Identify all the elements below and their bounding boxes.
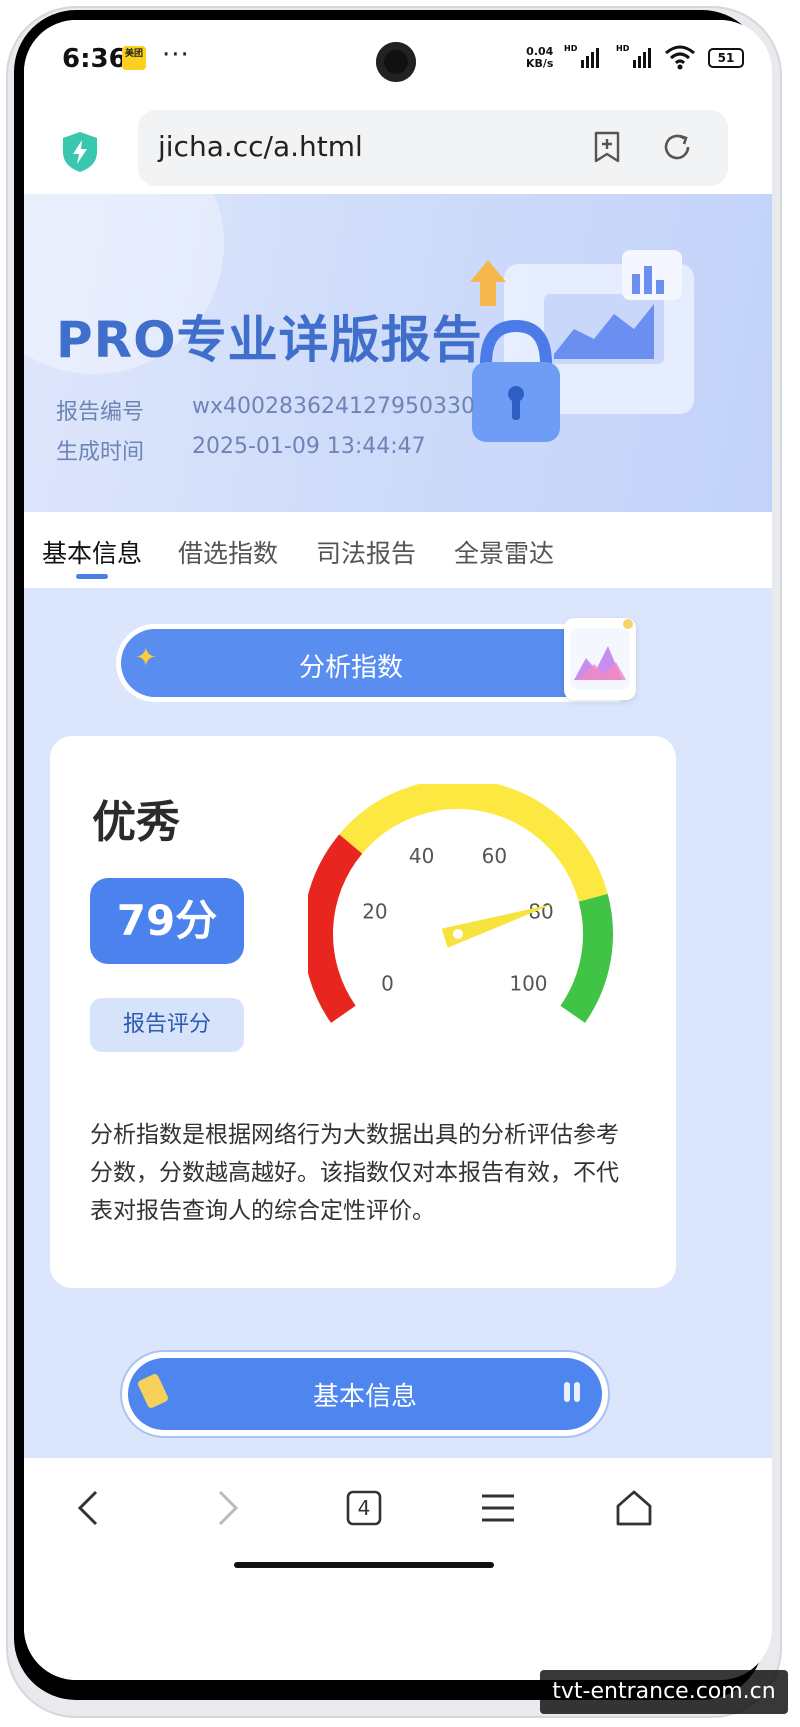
analysis-section-header: ✦ 分析指数 (116, 624, 626, 702)
signal-icon: HD (564, 44, 600, 68)
gauge-tick-0: 0 (381, 971, 394, 995)
basic-info-section-header: 基本信息 (120, 1350, 610, 1438)
score-badge: 79分 (90, 878, 244, 964)
network-speed-unit: KB/s (526, 57, 554, 70)
refresh-icon[interactable] (660, 130, 694, 164)
gauge-tick-100: 100 (509, 971, 547, 995)
report-tabs: 基本信息 借选指数 司法报告 全景雷达 (24, 512, 772, 588)
report-time-value: 2025-01-09 13:44:47 (192, 434, 426, 459)
gesture-home-bar[interactable] (234, 1562, 494, 1568)
chart-card-icon (564, 618, 636, 700)
report-number-value: wx400283624127950330 (192, 394, 475, 419)
battery-icon: 51 (708, 48, 744, 68)
screen: 6:36 美团 ··· 0.04 KB/s HD HD 51 jicha.cc/… (24, 20, 772, 1680)
status-time: 6:36 (62, 44, 127, 74)
secure-shield-icon[interactable] (60, 130, 100, 174)
score-gauge: 02040 6080100 (308, 784, 613, 1023)
tab-panorama-radar[interactable]: 全景雷达 (454, 534, 554, 570)
gauge-arc-low (308, 834, 363, 1023)
gauge-needle (441, 903, 554, 948)
status-bar: 6:36 美团 ··· 0.04 KB/s HD HD 51 (24, 20, 772, 100)
address-bar[interactable]: jicha.cc/a.html (138, 110, 728, 186)
network-speed: 0.04 KB/s (526, 46, 553, 70)
active-tab-indicator (76, 574, 108, 579)
watermark-text: tvt-entrance.com.cn (540, 1670, 788, 1714)
tab-borrowing-index[interactable]: 借选指数 (178, 534, 278, 570)
signal-icon-2: HD (616, 44, 652, 68)
gauge-arc-high (560, 893, 613, 1023)
gauge-tick-60: 60 (482, 844, 507, 868)
report-header-banner: PRO专业详版报告 报告编号 wx400283624127950330 生成时间… (24, 194, 772, 512)
meituan-app-icon: 美团 (122, 46, 146, 70)
analysis-description: 分析指数是根据网络行为大数据出具的分析评估参考分数，分数越高越好。该指数仅对本报… (90, 1122, 619, 1224)
tab-basic-info[interactable]: 基本信息 (42, 534, 142, 570)
basic-info-section-title: 基本信息 (312, 1382, 417, 1412)
score-label: 报告评分 (90, 998, 244, 1052)
pause-decoration-icon (564, 1382, 580, 1402)
gauge-arc-mid (339, 784, 608, 902)
more-notifications-icon: ··· (162, 40, 190, 70)
front-camera (376, 42, 416, 82)
home-icon[interactable] (612, 1486, 656, 1530)
analysis-section-title: 分析指数 (298, 653, 403, 683)
report-time-label: 生成时间 (56, 440, 145, 465)
browser-bottom-nav: 4 (24, 1458, 772, 1680)
hd-label: HD (564, 44, 578, 53)
menu-icon[interactable] (476, 1486, 520, 1530)
grade-text: 优秀 (92, 797, 180, 848)
report-title: PRO专业详版报告 (56, 311, 483, 369)
gauge-tick-20: 20 (362, 900, 387, 924)
gauge-needle-hub (453, 929, 463, 939)
back-icon[interactable] (68, 1486, 112, 1530)
gauge-tick-labels: 02040 6080100 (362, 844, 554, 995)
gauge-tick-40: 40 (409, 844, 434, 868)
add-bookmark-icon[interactable] (590, 130, 624, 164)
report-number-label: 报告编号 (56, 400, 145, 425)
tabs-button[interactable]: 4 (342, 1486, 386, 1530)
tab-count: 4 (357, 1496, 371, 1520)
wifi-icon (665, 45, 695, 70)
report-content: ✦ 分析指数 优秀 79分 报告评分 0 20 40 60 80 100 分析指数是根据网… (24, 588, 772, 1458)
analysis-card: 优秀 79分 报告评分 0 20 40 60 80 100 分析指数是根据网络行为大数据出… (50, 736, 676, 1288)
tab-judicial-report[interactable]: 司法报告 (316, 534, 416, 570)
forward-icon[interactable] (204, 1486, 248, 1530)
hd-label-2: HD (616, 44, 630, 53)
url-text[interactable]: jicha.cc/a.html (158, 130, 363, 163)
